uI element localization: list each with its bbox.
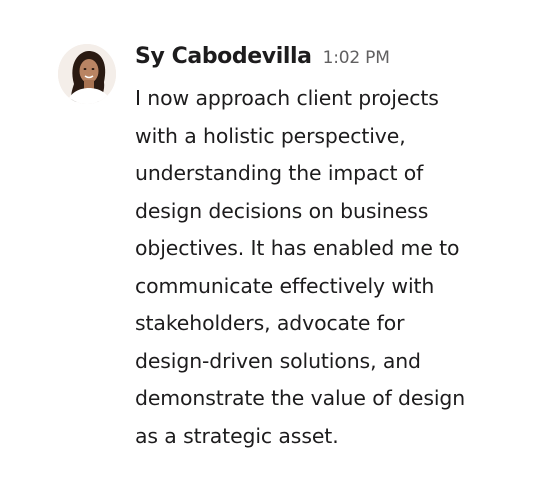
message-text: I now approach client projects with a ho… [135,80,515,455]
message-line: I now approach client projects [135,86,439,110]
message-line: demonstrate the value of design [135,386,466,410]
chat-message: Sy Cabodevilla 1:02 PM I now approach cl… [0,0,555,500]
message-line: understanding the impact of [135,161,424,185]
message-line: as a strategic asset. [135,423,339,448]
timestamp[interactable]: 1:02 PM [323,48,390,68]
message-header: Sy Cabodevilla 1:02 PM [135,44,535,74]
message-content: Sy Cabodevilla 1:02 PM I now approach cl… [135,44,535,455]
message-line: objectives. It has enabled me to [135,236,460,260]
message-line: design decisions on business [135,198,429,223]
message-line: design-driven solutions, and [135,348,421,373]
avatar[interactable] [58,44,116,104]
user-photo-icon [58,44,116,104]
message-line: communicate effectively with [135,273,435,298]
message-line: with a holistic perspective, [135,123,406,148]
sender-name[interactable]: Sy Cabodevilla [135,44,312,69]
message-line: stakeholders, advocate for [135,311,405,335]
